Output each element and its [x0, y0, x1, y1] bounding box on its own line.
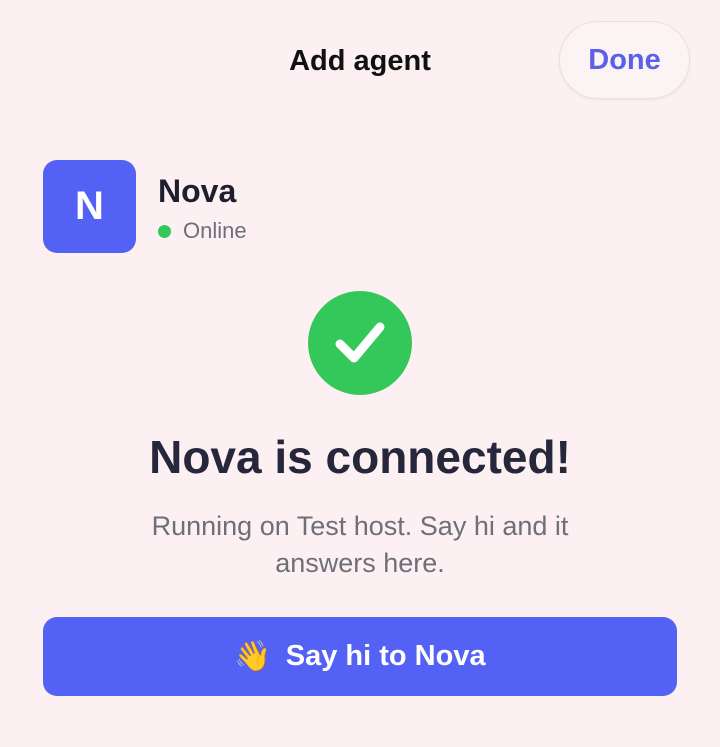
waving-hand-icon: 👋	[234, 639, 272, 673]
checkmark-icon	[308, 291, 412, 395]
say-hi-button[interactable]: 👋 Say hi to Nova	[43, 617, 677, 696]
done-button[interactable]: Done	[559, 21, 690, 99]
online-dot-icon	[158, 224, 171, 238]
agent-avatar: N	[43, 160, 136, 253]
agent-status: Online	[158, 217, 247, 245]
agent-name: Nova	[158, 173, 237, 209]
connected-subtext: Running on Test host. Say hi and it answ…	[151, 511, 569, 578]
agent-status-label: Online	[183, 218, 247, 243]
say-hi-label: Say hi to Nova	[285, 640, 486, 672]
connected-headline: Nova is connected!	[149, 431, 571, 483]
